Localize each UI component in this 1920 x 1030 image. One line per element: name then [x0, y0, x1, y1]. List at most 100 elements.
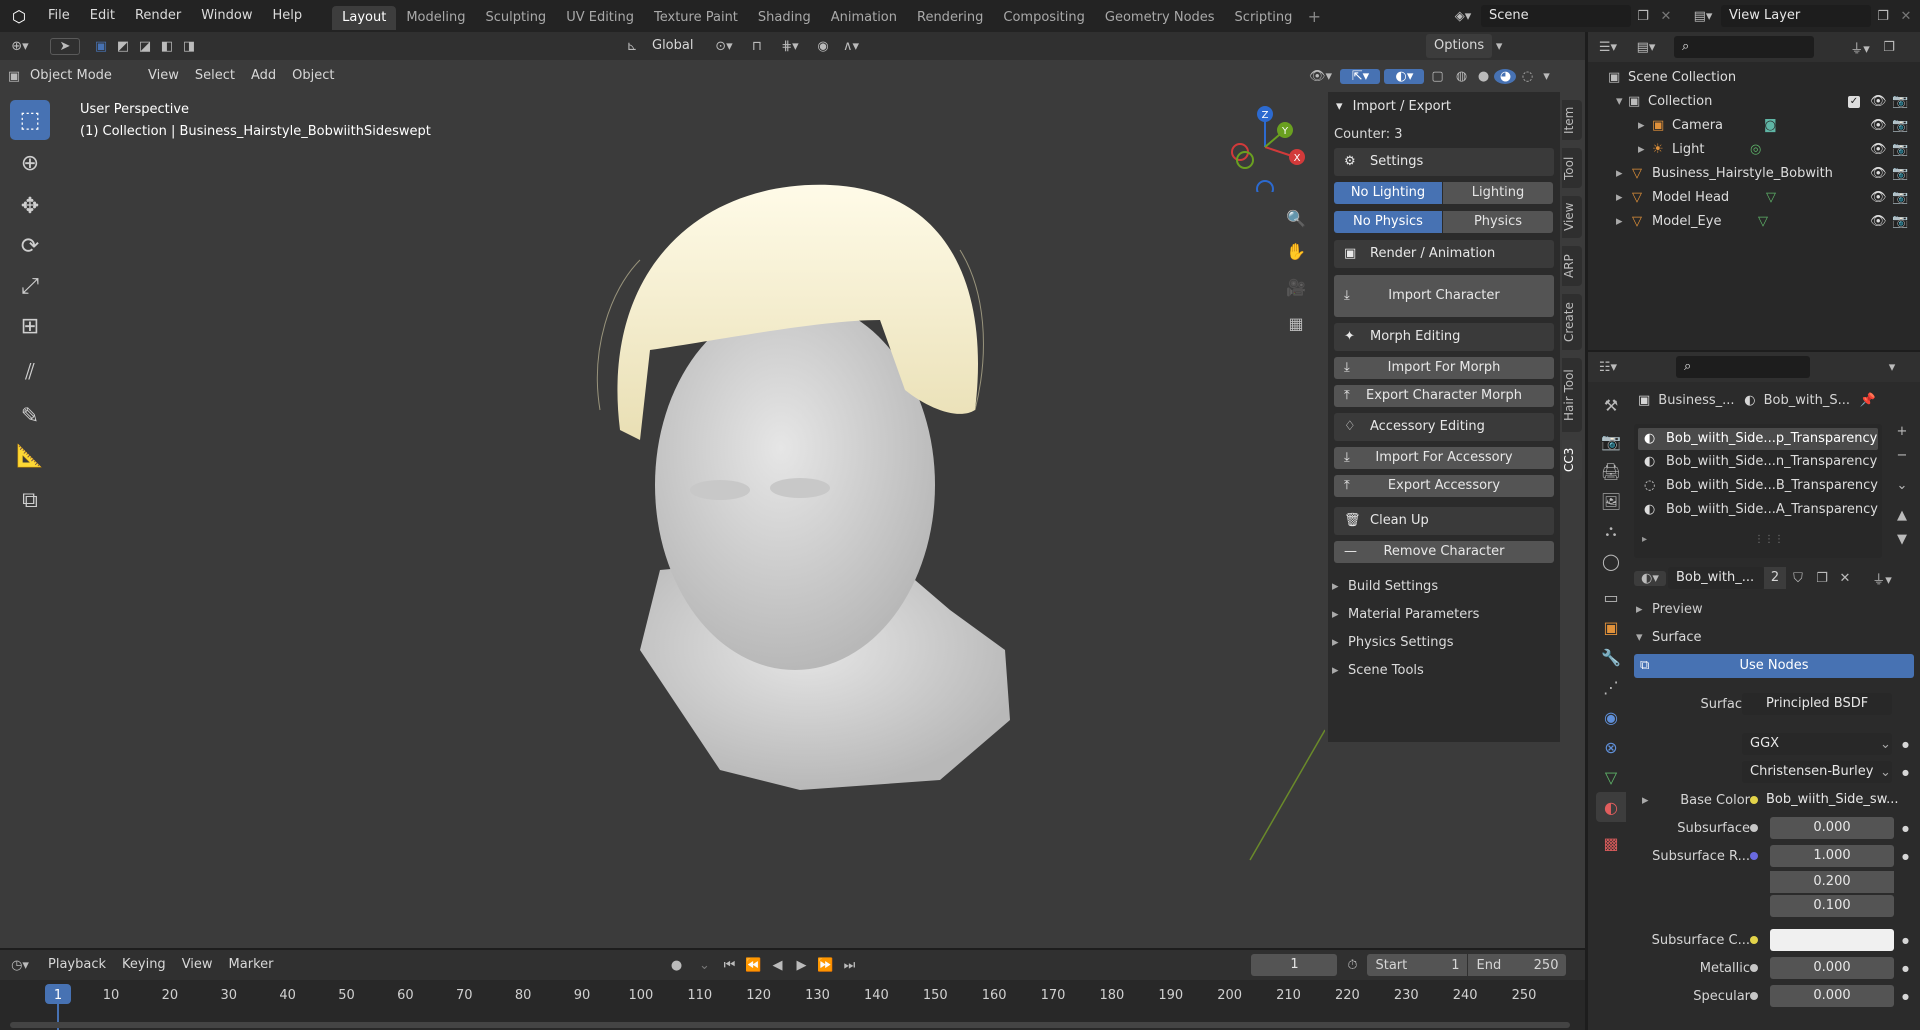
surface-panel-header[interactable]: ▾ Surface: [1632, 624, 1920, 652]
eye-icon[interactable]: 👁: [1870, 186, 1887, 210]
view-menu[interactable]: View: [140, 64, 187, 88]
object-mode-dropdown[interactable]: Object Mode: [28, 64, 140, 88]
workspace-tab-modeling[interactable]: Modeling: [396, 6, 475, 30]
metallic-value-field[interactable]: 0.000: [1770, 957, 1894, 979]
next-keyframe-icon[interactable]: ⏩: [813, 958, 837, 973]
navigation-gizmo[interactable]: Z Y X: [1215, 92, 1315, 192]
workspace-tab-layout[interactable]: Layout: [332, 6, 397, 30]
eye-icon[interactable]: 👁: [1870, 210, 1887, 234]
world-tab-icon[interactable]: ◯: [1596, 546, 1626, 576]
tab-tool[interactable]: Tool: [1562, 148, 1582, 188]
timeline-ruler[interactable]: 1 10 20 30 40 50 60 70 80 90 100 110 120 130 140 150 160…: [0, 980, 1585, 1030]
object-menu[interactable]: Object: [284, 64, 342, 88]
no-physics-toggle[interactable]: No Physics: [1334, 211, 1442, 233]
transform-orientation-dropdown[interactable]: Global: [644, 34, 704, 58]
delete-view-layer-icon[interactable]: ✕: [1895, 9, 1917, 24]
outliner-item-model-eye[interactable]: ▸ ▽ Model_Eye ▽ 👁 📷: [1588, 210, 1920, 234]
jump-start-icon[interactable]: ⏮: [717, 958, 741, 973]
pin-icon[interactable]: 📌: [1860, 393, 1876, 408]
timeline-scrollbar[interactable]: [10, 1022, 1570, 1028]
import-for-accessory-button[interactable]: ⤓ Import For Accessory: [1334, 447, 1554, 469]
base-color-texture-field[interactable]: Bob_wiith_Side_sw...: [1742, 789, 1899, 811]
select-mode-subtract-icon[interactable]: ◪: [134, 39, 156, 54]
select-mode-extend-icon[interactable]: ◩: [112, 39, 134, 54]
menu-file[interactable]: File: [38, 0, 80, 32]
modifier-tab-icon[interactable]: 🔧: [1596, 642, 1626, 672]
expand-arrow-icon[interactable]: ▸: [1642, 793, 1649, 808]
eye-icon[interactable]: 👁: [1870, 138, 1887, 162]
pivot-point-icon[interactable]: ⊙▾: [704, 39, 744, 54]
options-dropdown[interactable]: Options: [1426, 34, 1493, 58]
filter-icon[interactable]: ⏚▾: [1842, 38, 1878, 57]
outliner-item-camera[interactable]: ▸ ▣ Camera ◙ 👁 📷: [1588, 114, 1920, 138]
import-export-header[interactable]: ▾ Import / Export: [1328, 92, 1560, 122]
prev-keyframe-icon[interactable]: ⏪: [741, 958, 765, 973]
object-tab-icon[interactable]: ▣: [1596, 612, 1626, 642]
outliner-item-hairstyle[interactable]: ▸ ▽ Business_Hairstyle_Bobwith 👁 📷: [1588, 162, 1920, 186]
material-slot-item-1[interactable]: ◐ Bob_wiith_Side...p_Transparency: [1638, 428, 1878, 450]
overlay-toggle-icon[interactable]: ◐▾: [1384, 68, 1425, 84]
particles-tab-icon[interactable]: ⋰: [1596, 672, 1626, 702]
workspace-tab-rendering[interactable]: Rendering: [907, 6, 993, 30]
physics-tab-icon[interactable]: ◉: [1596, 702, 1626, 732]
expand-arrow-icon[interactable]: ▸: [1638, 138, 1645, 162]
distribution-dropdown[interactable]: GGX: [1742, 733, 1892, 755]
import-for-morph-button[interactable]: ⤓ Import For Morph: [1334, 357, 1554, 379]
outliner-editor-type-icon[interactable]: ☰▾: [1588, 40, 1628, 55]
user-count-badge[interactable]: 2: [1764, 567, 1786, 589]
outliner-item-collection[interactable]: ▾ ▣ Collection ✓ 👁 📷: [1588, 90, 1920, 114]
xray-icon[interactable]: ▢: [1424, 69, 1450, 84]
jump-end-icon[interactable]: ⏭: [837, 958, 861, 973]
snap-target-icon[interactable]: ⋕▾: [770, 39, 810, 54]
stopwatch-icon[interactable]: ⏱: [1337, 958, 1367, 973]
expand-arrow-icon[interactable]: ▸: [1638, 114, 1645, 138]
render-camera-icon[interactable]: 📷: [1892, 186, 1908, 210]
preview-panel-header[interactable]: Preview: [1632, 596, 1920, 624]
timeline-view-menu[interactable]: View: [174, 953, 221, 977]
keyframe-dot-icon[interactable]: ●: [1902, 824, 1909, 833]
render-tab-icon[interactable]: 📷: [1596, 426, 1626, 456]
keyframe-dot-icon[interactable]: ●: [1902, 936, 1909, 945]
add-slot-icon[interactable]: +: [1890, 424, 1914, 448]
new-collection-icon[interactable]: ❐: [1878, 40, 1900, 55]
keyframe-dot-icon[interactable]: ●: [1902, 852, 1909, 861]
start-frame-field[interactable]: Start 1: [1367, 954, 1468, 976]
view-layer-icon[interactable]: ▤▾: [1685, 9, 1721, 24]
subsurface-radius-y-field[interactable]: 0.200: [1770, 871, 1894, 893]
import-character-button[interactable]: ⤓ Import Character: [1334, 275, 1554, 317]
subsurface-color-swatch[interactable]: [1770, 929, 1894, 951]
select-menu[interactable]: Select: [187, 64, 243, 88]
unlink-material-icon[interactable]: ✕: [1834, 571, 1856, 586]
outliner-item-model-head[interactable]: ▸ ▽ Model Head ▽ 👁 📷: [1588, 186, 1920, 210]
subsurface-method-dropdown[interactable]: Christensen-Burley: [1742, 761, 1892, 783]
workspace-tab-sculpting[interactable]: Sculpting: [475, 6, 556, 30]
tab-arp[interactable]: ARP: [1562, 246, 1582, 286]
constraints-tab-icon[interactable]: ⊗: [1596, 732, 1626, 762]
zoom-icon[interactable]: 🔍: [1282, 204, 1310, 234]
select-tool-icon[interactable]: ➤: [50, 37, 80, 55]
shading-options-icon[interactable]: ▾: [1538, 69, 1554, 84]
wireframe-shading-icon[interactable]: ◍: [1450, 69, 1472, 84]
display-mode-icon[interactable]: ▤▾: [1628, 40, 1664, 55]
new-view-layer-icon[interactable]: ❐: [1871, 9, 1895, 24]
menu-window[interactable]: Window: [191, 0, 262, 32]
material-slot-item-4[interactable]: ◐ Bob_wiith_Side...A_Transparency: [1634, 498, 1882, 522]
output-tab-icon[interactable]: 🖨: [1596, 456, 1626, 486]
workspace-tab-scripting[interactable]: Scripting: [1225, 6, 1303, 30]
data-tab-icon[interactable]: ▽: [1596, 762, 1626, 792]
current-frame-field[interactable]: 1: [1251, 954, 1338, 976]
subsurface-radius-x-field[interactable]: 1.000: [1770, 845, 1894, 867]
render-camera-icon[interactable]: 📷: [1892, 162, 1908, 186]
marker-menu[interactable]: Marker: [221, 953, 282, 977]
material-slot-item-3[interactable]: ◌ Bob_wiith_Side...B_Transparency: [1634, 474, 1882, 498]
editor-type-icon[interactable]: ⊕▾: [0, 39, 40, 54]
add-menu[interactable]: Add: [243, 64, 284, 88]
tab-item[interactable]: Item: [1562, 100, 1582, 140]
material-slot-item-2[interactable]: ◐ Bob_wiith_Side...n_Transparency: [1634, 450, 1882, 474]
scene-render[interactable]: [0, 90, 1325, 948]
keying-menu[interactable]: Keying: [114, 953, 174, 977]
texture-tab-icon[interactable]: ▩: [1596, 828, 1626, 858]
render-camera-icon[interactable]: 📷: [1892, 210, 1908, 234]
fake-user-shield-icon[interactable]: ⛉: [1786, 571, 1810, 586]
link-filter-icon[interactable]: ⏚▾: [1864, 569, 1900, 588]
